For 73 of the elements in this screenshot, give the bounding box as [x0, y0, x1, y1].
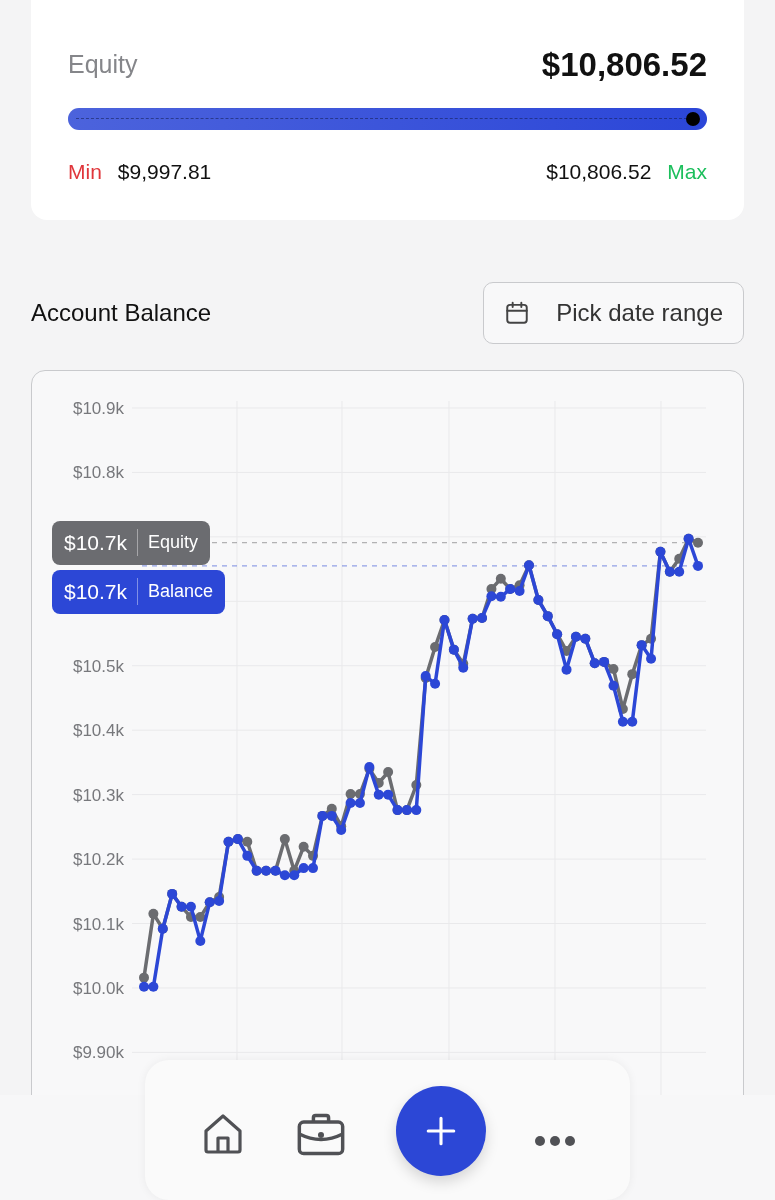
- data-point: [627, 716, 638, 727]
- data-point: [693, 560, 703, 571]
- tooltip-series: Equity: [137, 529, 199, 557]
- section-title: Account Balance: [31, 298, 212, 328]
- axis-label: $9.90k: [72, 1043, 124, 1063]
- data-point: [298, 863, 309, 874]
- data-point: [298, 841, 309, 852]
- max-value: $10,806.52: [546, 158, 652, 185]
- axis-label: $10.3k: [72, 785, 124, 805]
- data-point: [458, 662, 469, 673]
- range-marker: [686, 111, 700, 126]
- data-point: [646, 653, 657, 664]
- min-label: Min: [68, 158, 102, 185]
- data-point: [242, 836, 253, 847]
- data-point: [354, 798, 365, 808]
- data-point: [289, 870, 300, 881]
- data-point: [185, 901, 196, 912]
- data-point: [345, 789, 356, 799]
- data-point: [608, 680, 619, 691]
- data-point: [627, 669, 638, 680]
- data-point: [148, 908, 159, 919]
- axis-label: $10.1k: [72, 914, 124, 934]
- data-point: [279, 870, 290, 881]
- data-point: [242, 850, 253, 861]
- data-point: [308, 863, 318, 874]
- axis-label: $10.2k: [72, 850, 124, 870]
- data-point: [185, 912, 196, 923]
- data-point: [561, 664, 572, 675]
- axis-label: $10.0k: [72, 978, 124, 998]
- data-point: [646, 633, 657, 644]
- data-point: [139, 972, 149, 983]
- data-point: [148, 981, 159, 992]
- axis-label: $10.9k: [72, 399, 124, 418]
- data-point: [383, 789, 394, 800]
- data-point: [195, 912, 206, 923]
- data-point: [354, 789, 365, 799]
- data-point: [411, 805, 422, 816]
- equity-value: $10,806.52: [541, 45, 707, 85]
- data-point: [617, 703, 628, 714]
- data-point: [373, 789, 384, 800]
- data-point: [486, 591, 497, 602]
- data-point: [674, 566, 685, 577]
- axis-label: $10.8k: [72, 463, 124, 483]
- tooltip-value: $10.7k: [64, 530, 128, 556]
- data-point: [383, 767, 394, 778]
- tooltip-value: $10.7k: [64, 579, 128, 605]
- data-point: [617, 716, 628, 727]
- data-point: [608, 664, 619, 674]
- data-point: [308, 850, 318, 861]
- data-point: [430, 642, 441, 653]
- data-point: [373, 778, 384, 789]
- date-range-button[interactable]: Pick date range: [483, 282, 744, 344]
- data-point: [561, 645, 572, 656]
- data-point: [430, 678, 441, 689]
- data-point: [495, 591, 506, 602]
- data-point: [345, 798, 356, 808]
- data-point: [139, 981, 149, 992]
- data-point: [495, 573, 506, 584]
- data-point: [674, 553, 685, 564]
- calendar-icon: [504, 300, 531, 326]
- data-point: [411, 779, 422, 790]
- equity-label: Equity: [68, 49, 138, 80]
- tooltip-series: Balance: [137, 578, 214, 606]
- axis-label: $10.5k: [72, 656, 124, 676]
- min-value: $9,997.81: [117, 158, 212, 185]
- data-point: [693, 537, 703, 548]
- max-label: Max: [667, 158, 707, 185]
- data-point: [195, 935, 206, 946]
- data-point: [279, 834, 290, 845]
- data-point: [364, 761, 375, 772]
- data-point: [326, 810, 337, 821]
- data-point: [336, 825, 347, 836]
- axis-label: $10.4k: [72, 721, 124, 741]
